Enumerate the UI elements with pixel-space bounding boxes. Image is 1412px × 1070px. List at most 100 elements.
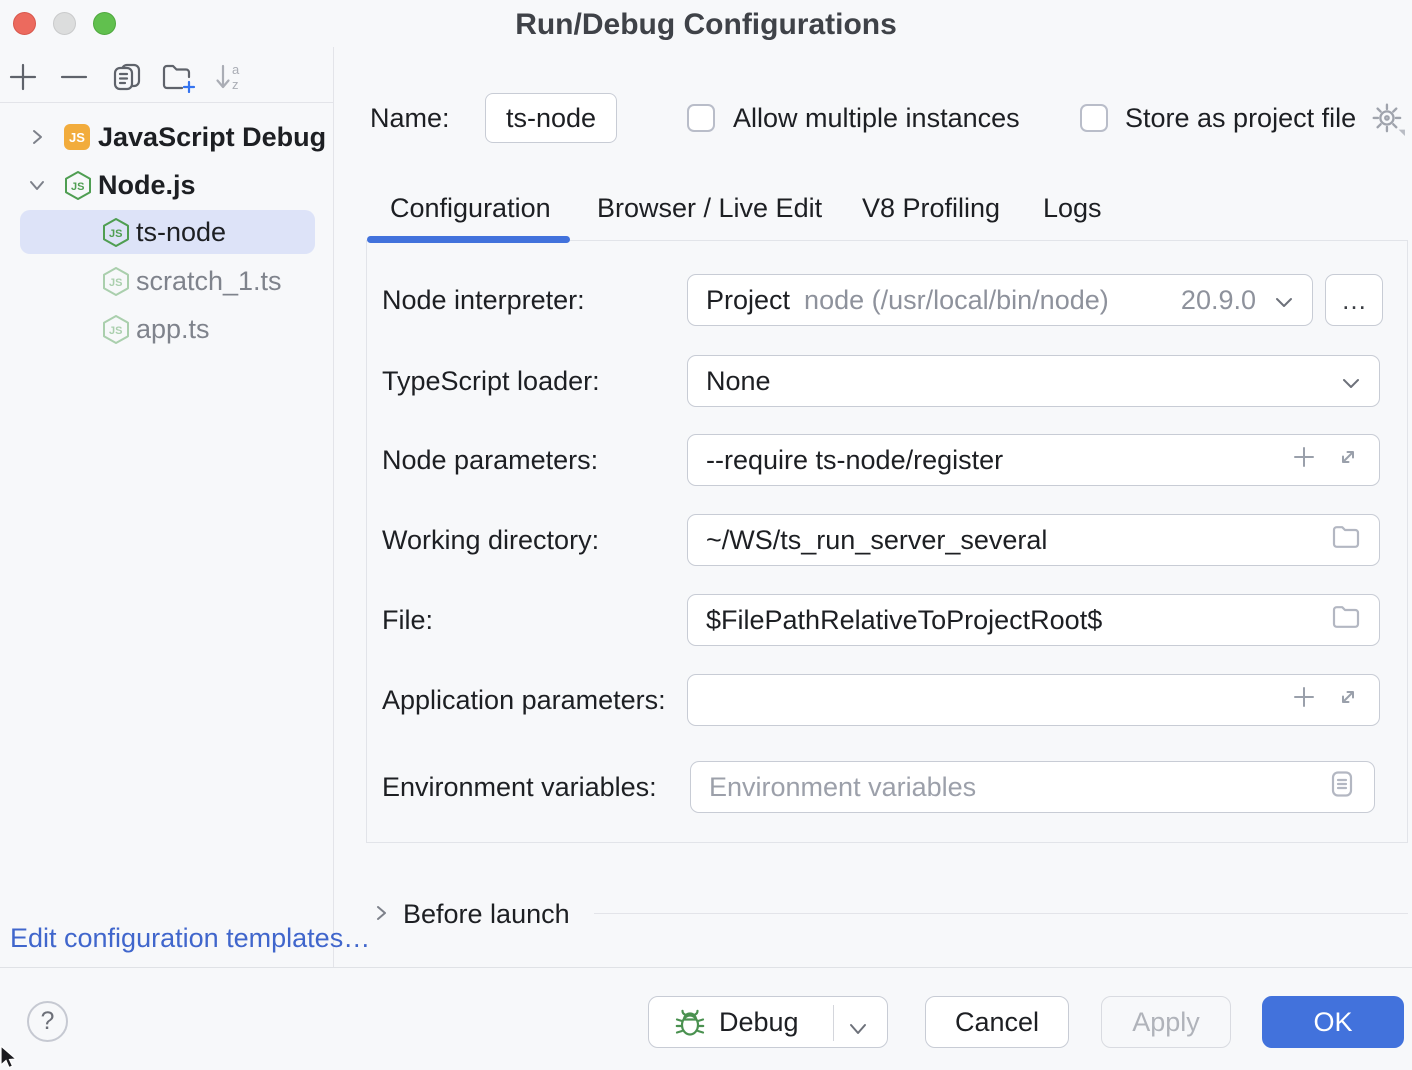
tree-item-label: ts-node — [136, 217, 226, 248]
sort-alphabetically-icon: az — [213, 61, 247, 98]
typescript-loader-select[interactable]: None — [687, 355, 1380, 407]
browse-list-icon[interactable] — [1328, 769, 1356, 806]
node-parameters-input[interactable]: --require ts-node/register — [687, 434, 1380, 486]
remove-configuration-button[interactable] — [56, 61, 92, 97]
name-input[interactable] — [485, 93, 617, 143]
help-button[interactable]: ? — [27, 1001, 68, 1042]
svg-text:JS: JS — [109, 325, 122, 337]
copy-configuration-button[interactable] — [109, 61, 145, 97]
add-icon — [8, 62, 38, 97]
typescript-loader-label: TypeScript loader: — [382, 355, 600, 407]
toolbar-divider — [0, 102, 333, 103]
tree-item-label: Node.js — [98, 170, 196, 201]
svg-text:JS: JS — [109, 228, 122, 240]
browse-folder-icon[interactable] — [1331, 524, 1361, 557]
node-interpreter-path: node (/usr/local/bin/node) — [804, 285, 1109, 316]
chevron-down-icon — [1274, 285, 1294, 316]
node-interpreter-more-button[interactable]: … — [1325, 274, 1383, 326]
name-label: Name: — [370, 93, 450, 143]
footer-divider — [0, 967, 1412, 968]
tab-logs[interactable]: Logs — [1043, 185, 1102, 231]
allow-multiple-instances-label[interactable]: Allow multiple instances — [733, 93, 1020, 143]
sidebar-item-javascript-debug[interactable]: JS JavaScript Debug — [0, 114, 333, 160]
tab-configuration[interactable]: Configuration — [390, 185, 551, 231]
node-interpreter-label: Node interpreter: — [382, 274, 585, 326]
allow-multiple-instances-checkbox[interactable] — [687, 104, 715, 132]
nodejs-icon: JS — [102, 314, 130, 344]
store-settings-gear-button[interactable] — [1370, 101, 1406, 142]
working-directory-label: Working directory: — [382, 514, 599, 566]
node-parameters-value: --require ts-node/register — [706, 445, 1003, 476]
tab-browser-live-edit[interactable]: Browser / Live Edit — [597, 185, 822, 231]
node-interpreter-value: Project — [706, 285, 790, 316]
file-label: File: — [382, 594, 433, 646]
split-button-divider — [833, 1005, 834, 1041]
minimize-window-button[interactable] — [53, 12, 76, 35]
typescript-loader-value: None — [706, 366, 771, 397]
javascript-debug-icon: JS — [64, 124, 90, 150]
gear-icon — [1370, 124, 1406, 141]
node-parameters-label: Node parameters: — [382, 434, 598, 486]
debug-bug-icon — [673, 1005, 707, 1039]
run-debug-configurations-dialog: Run/Debug Configurations az JS JavaScrip… — [0, 0, 1412, 1070]
store-as-project-file-checkbox[interactable] — [1080, 104, 1108, 132]
sidebar-divider — [333, 47, 334, 967]
chevron-down-icon — [1341, 366, 1361, 397]
environment-variables-field[interactable] — [709, 772, 1328, 803]
application-parameters-field[interactable] — [706, 685, 1291, 716]
sidebar-item-app-ts[interactable]: JS app.ts — [0, 306, 333, 352]
file-input[interactable]: $FilePathRelativeToProjectRoot$ — [687, 594, 1380, 646]
nodejs-icon: JS — [64, 170, 92, 200]
add-configuration-button[interactable] — [5, 61, 41, 97]
svg-text:a: a — [232, 62, 240, 77]
working-directory-input[interactable]: ~/WS/ts_run_server_several — [687, 514, 1380, 566]
application-parameters-label: Application parameters: — [382, 674, 666, 726]
expand-field-icon[interactable] — [1335, 684, 1361, 717]
mouse-cursor — [0, 1046, 22, 1070]
cancel-button[interactable]: Cancel — [925, 996, 1069, 1048]
remove-icon — [59, 62, 89, 97]
tree-item-label: scratch_1.ts — [136, 266, 282, 297]
file-value: $FilePathRelativeToProjectRoot$ — [706, 605, 1102, 636]
svg-text:z: z — [232, 77, 239, 92]
chevron-right-icon — [371, 912, 391, 929]
active-tab-indicator — [367, 236, 570, 243]
ok-button[interactable]: OK — [1262, 996, 1404, 1048]
new-folder-button[interactable] — [161, 61, 197, 97]
close-window-button[interactable] — [13, 12, 36, 35]
environment-variables-label: Environment variables: — [382, 761, 657, 813]
before-launch-expander[interactable] — [371, 901, 391, 930]
apply-button: Apply — [1101, 996, 1231, 1048]
svg-text:JS: JS — [109, 277, 122, 289]
nodejs-icon: JS — [102, 266, 130, 296]
sidebar-item-scratch-1-ts[interactable]: JS scratch_1.ts — [0, 258, 333, 304]
working-directory-value: ~/WS/ts_run_server_several — [706, 525, 1047, 556]
environment-variables-input[interactable] — [690, 761, 1375, 813]
before-launch-label[interactable]: Before launch — [403, 898, 570, 930]
before-launch-divider — [594, 913, 1408, 914]
debug-split-button[interactable]: Debug — [648, 996, 888, 1048]
node-interpreter-version: 20.9.0 — [1181, 285, 1256, 316]
chevron-down-icon[interactable] — [847, 1013, 869, 1044]
tree-item-label: JavaScript Debug — [98, 122, 326, 153]
copy-icon — [111, 61, 143, 98]
zoom-window-button[interactable] — [93, 12, 116, 35]
new-folder-icon — [161, 61, 197, 98]
node-interpreter-select[interactable]: Project node (/usr/local/bin/node) 20.9.… — [687, 274, 1313, 326]
edit-configuration-templates-link[interactable]: Edit configuration templates… — [10, 922, 370, 954]
sort-configurations-button: az — [212, 61, 248, 97]
browse-folder-icon[interactable] — [1331, 604, 1361, 637]
chevron-right-icon[interactable] — [28, 128, 46, 146]
insert-macro-icon[interactable] — [1291, 444, 1317, 477]
sidebar-item-ts-node[interactable]: JS ts-node — [20, 210, 315, 254]
insert-macro-icon[interactable] — [1291, 684, 1317, 717]
dialog-title: Run/Debug Configurations — [515, 8, 897, 42]
tree-item-label: app.ts — [136, 314, 210, 345]
sidebar-item-nodejs[interactable]: JS Node.js — [0, 162, 333, 208]
tab-v8-profiling[interactable]: V8 Profiling — [862, 185, 1000, 231]
svg-text:JS: JS — [71, 181, 84, 193]
expand-field-icon[interactable] — [1335, 444, 1361, 477]
store-as-project-file-label[interactable]: Store as project file — [1125, 93, 1356, 143]
application-parameters-input[interactable] — [687, 674, 1380, 726]
chevron-down-icon[interactable] — [28, 176, 46, 194]
